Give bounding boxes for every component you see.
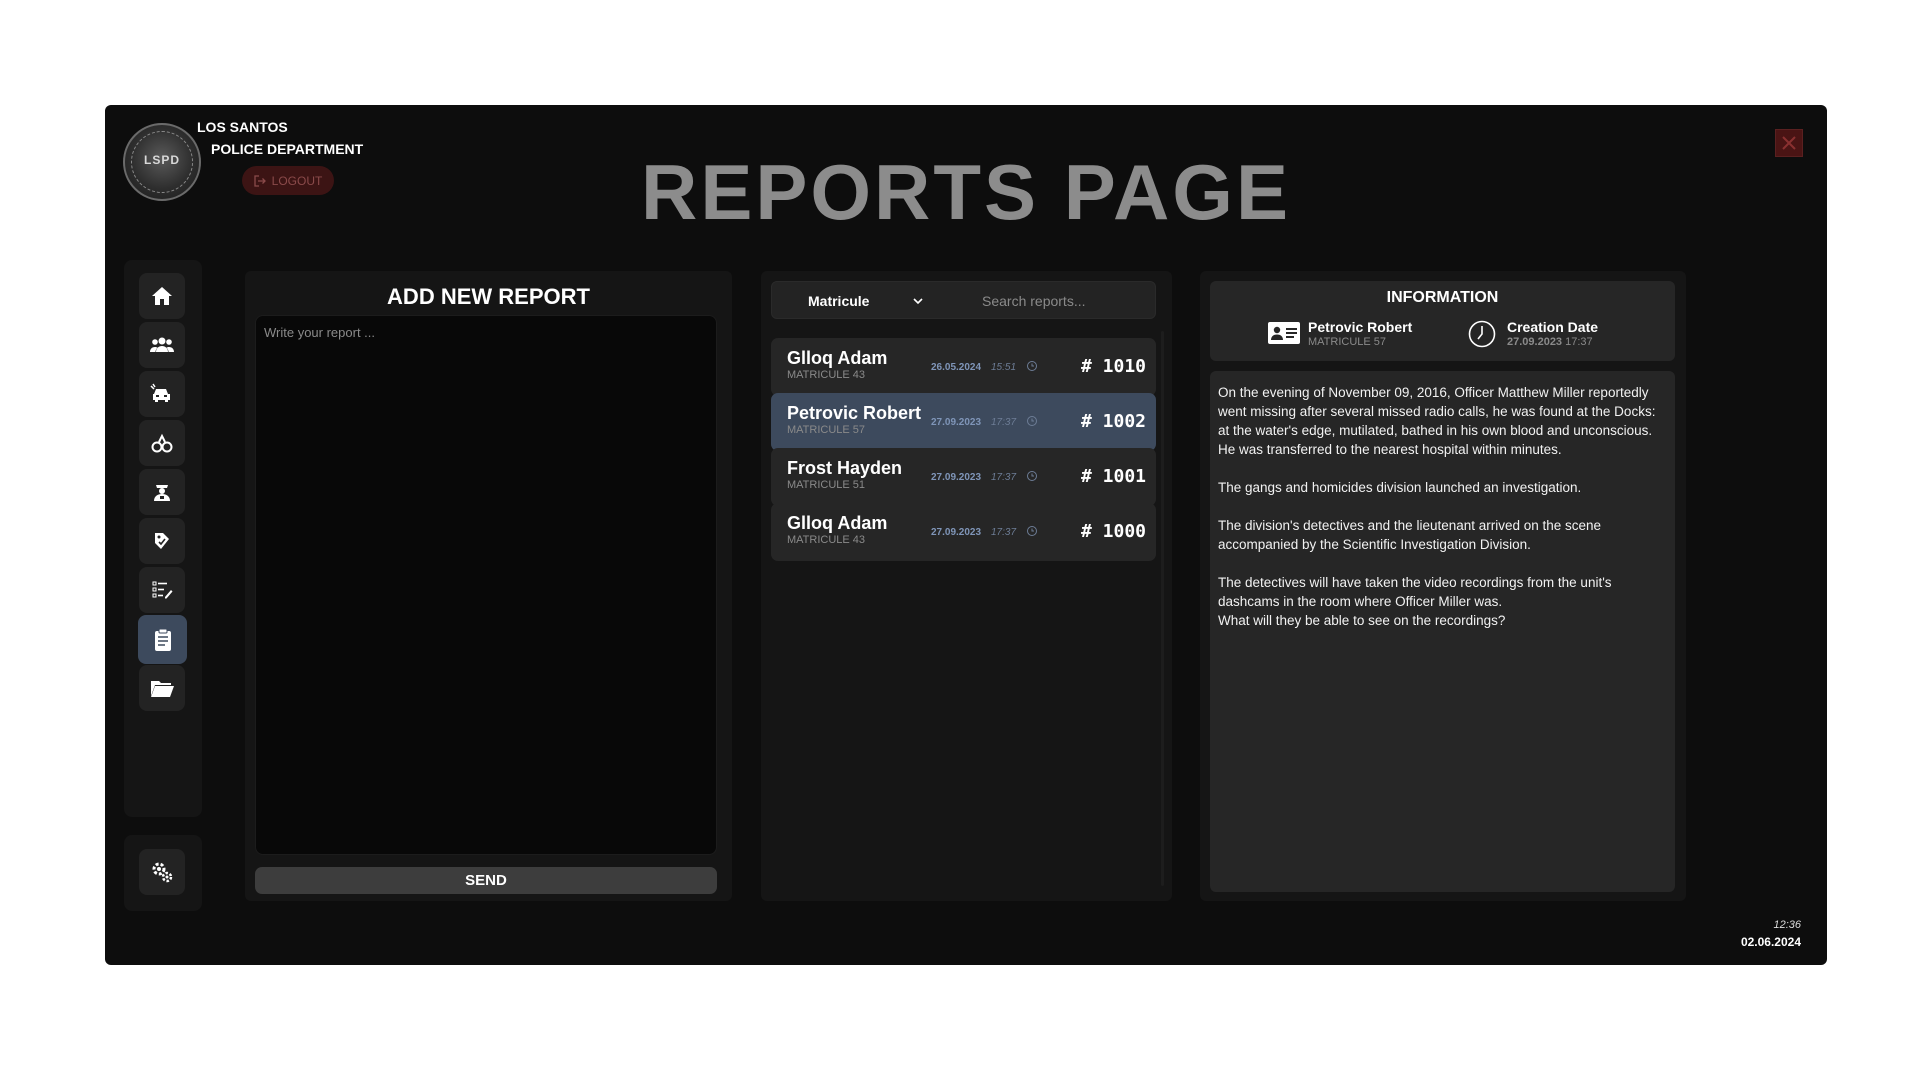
sidebar-item-reports[interactable] — [138, 615, 187, 664]
scrollbar[interactable] — [1161, 331, 1164, 886]
officer-icon — [154, 485, 170, 501]
clock-time: 12:36 — [1773, 919, 1801, 931]
report-paragraph: The gangs and homicides division launche… — [1218, 480, 1582, 495]
information-title: INFORMATION — [1386, 289, 1499, 306]
clock-icon — [1468, 320, 1496, 348]
sidebar-item-home[interactable] — [139, 273, 185, 319]
clipboard-icon — [154, 628, 171, 651]
folder-icon — [151, 681, 174, 697]
creation-date: 27.09.2023 — [1507, 336, 1563, 348]
report-author: Petrovic Robert — [787, 403, 922, 423]
add-report-panel: ADD NEW REPORT SEND — [245, 271, 732, 901]
report-date: 27.09.2023 — [931, 527, 982, 538]
settings-panel — [124, 835, 202, 911]
sidebar-item-records[interactable] — [139, 567, 185, 613]
report-paragraph: On the evening of November 09, 2016, Off… — [1218, 385, 1656, 457]
creation-time: 17:37 — [1565, 336, 1593, 348]
id-card-icon — [1268, 322, 1300, 344]
checklist-icon — [152, 581, 173, 599]
report-matricule: MATRICULE 51 — [787, 479, 866, 491]
sidebar-item-vehicles[interactable] — [139, 371, 185, 417]
report-time: 17:37 — [991, 417, 1017, 428]
sidebar — [124, 260, 202, 817]
report-matricule: MATRICULE 43 — [787, 534, 866, 546]
settings-button[interactable] — [139, 849, 185, 895]
department-name-line1: LOS SANTOS — [197, 119, 288, 135]
report-date: 27.09.2023 — [931, 472, 982, 483]
report-textarea[interactable] — [255, 315, 717, 855]
report-paragraph: The detectives will have taken the video… — [1218, 575, 1612, 628]
report-time: 15:51 — [991, 362, 1017, 373]
chevron-down-icon[interactable] — [912, 295, 924, 307]
report-row[interactable]: Frost Hayden MATRICULE 51 27.09.2023 17:… — [771, 448, 1156, 506]
vehicle-icon — [150, 383, 170, 402]
report-number: # 1010 — [1080, 356, 1146, 377]
close-button[interactable] — [1775, 129, 1803, 157]
page-title: REPORTS PAGE — [641, 148, 1291, 236]
clock-icon — [1027, 416, 1037, 426]
report-number: # 1001 — [1080, 466, 1146, 487]
sidebar-item-fines[interactable] — [139, 518, 185, 564]
clock-icon — [1027, 361, 1037, 371]
clock-icon — [1027, 526, 1037, 536]
information-panel: INFORMATION Petrovic Robert MATRICULE 57… — [1200, 271, 1686, 901]
home-icon — [152, 287, 172, 305]
creation-date-label: Creation Date — [1507, 319, 1599, 335]
mdt-window: LSPD LOS SANTOS POLICE DEPARTMENT LOGOUT… — [105, 105, 1827, 965]
sidebar-item-files[interactable] — [139, 665, 185, 711]
search-input[interactable]: Search reports... — [982, 293, 1086, 309]
close-icon — [1782, 136, 1796, 150]
reports-list-panel: Matricule Search reports... Glloq Adam M… — [761, 271, 1172, 901]
information-header: INFORMATION Petrovic Robert MATRICULE 57… — [1210, 281, 1675, 361]
handcuffs-icon — [151, 433, 173, 453]
filter-select[interactable]: Matricule — [808, 293, 869, 309]
report-content: On the evening of November 09, 2016, Off… — [1210, 371, 1675, 892]
sidebar-item-officers[interactable] — [139, 469, 185, 515]
add-report-title: ADD NEW REPORT — [387, 284, 590, 309]
report-number: # 1002 — [1080, 411, 1146, 432]
tag-icon — [155, 533, 169, 549]
sidebar-item-arrests[interactable] — [139, 420, 185, 466]
officer-matricule: MATRICULE 57 — [1308, 336, 1387, 348]
people-icon — [150, 337, 174, 352]
report-row[interactable]: Glloq Adam MATRICULE 43 26.05.2024 15:51… — [771, 338, 1156, 396]
report-row[interactable]: Glloq Adam MATRICULE 43 27.09.2023 17:37… — [771, 503, 1156, 561]
clock-date: 02.06.2024 — [1740, 935, 1801, 949]
report-author: Glloq Adam — [787, 513, 888, 533]
officer-name: Petrovic Robert — [1308, 319, 1413, 335]
report-time: 17:37 — [991, 472, 1017, 483]
report-date: 26.05.2024 — [931, 362, 982, 373]
report-matricule: MATRICULE 43 — [787, 369, 866, 381]
report-date: 27.09.2023 — [931, 417, 982, 428]
report-number: # 1000 — [1080, 521, 1146, 542]
report-time: 17:37 — [991, 527, 1017, 538]
report-row-selected[interactable]: Petrovic Robert MATRICULE 57 27.09.2023 … — [771, 393, 1156, 451]
creation-date-value: 27.09.2023 17:37 — [1507, 336, 1593, 348]
sidebar-item-citizens[interactable] — [139, 322, 185, 368]
filter-bar: Matricule Search reports... — [771, 281, 1156, 319]
send-button[interactable]: SEND — [255, 867, 717, 894]
report-paragraph: The division's detectives and the lieute… — [1218, 518, 1602, 552]
report-author: Frost Hayden — [787, 458, 903, 478]
report-author: Glloq Adam — [787, 348, 888, 368]
gear-icon — [152, 862, 173, 883]
clock-icon — [1027, 471, 1037, 481]
report-matricule: MATRICULE 57 — [787, 424, 866, 436]
